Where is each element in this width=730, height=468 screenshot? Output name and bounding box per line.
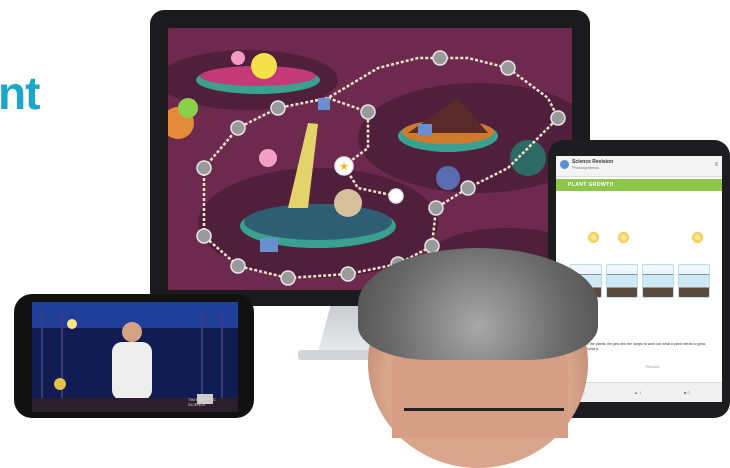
nav-item-1[interactable]: ◦ xyxy=(584,390,585,395)
instruction-text: Compare the plants, the jars and the lam… xyxy=(574,342,707,351)
tablet-header: Science Revision Photosynthesis ≡ xyxy=(556,156,722,177)
person-glasses xyxy=(404,408,564,421)
nav-item-2[interactable]: ▲ 1 xyxy=(634,390,641,395)
section-bar: PLANT GROWTH xyxy=(556,179,722,191)
phone-video-screen[interactable]: TIM ELECTRIC SCIENCE xyxy=(32,302,238,412)
person-hair xyxy=(358,248,598,360)
headline-text: nt xyxy=(0,67,40,119)
app-logo-icon xyxy=(560,160,569,169)
smartphone-device: TIM ELECTRIC SCIENCE xyxy=(14,294,254,418)
results-label: Results xyxy=(646,364,660,369)
app-subtitle: Photosynthesis xyxy=(572,165,600,170)
jar-3[interactable] xyxy=(642,264,674,298)
video-scene xyxy=(32,302,238,412)
jar-4[interactable] xyxy=(678,264,710,298)
lamp-icon xyxy=(692,232,703,243)
menu-icon[interactable]: ≡ xyxy=(714,162,718,168)
lamp-icon xyxy=(618,232,629,243)
lamp-icon xyxy=(588,232,599,243)
section-title: PLANT GROWTH xyxy=(568,182,614,188)
jar-2[interactable] xyxy=(606,264,638,298)
nav-item-3[interactable]: ■ 0 xyxy=(684,390,690,395)
star-icon: ★ xyxy=(339,160,349,173)
video-caption: TIM ELECTRIC SCIENCE xyxy=(188,397,216,407)
